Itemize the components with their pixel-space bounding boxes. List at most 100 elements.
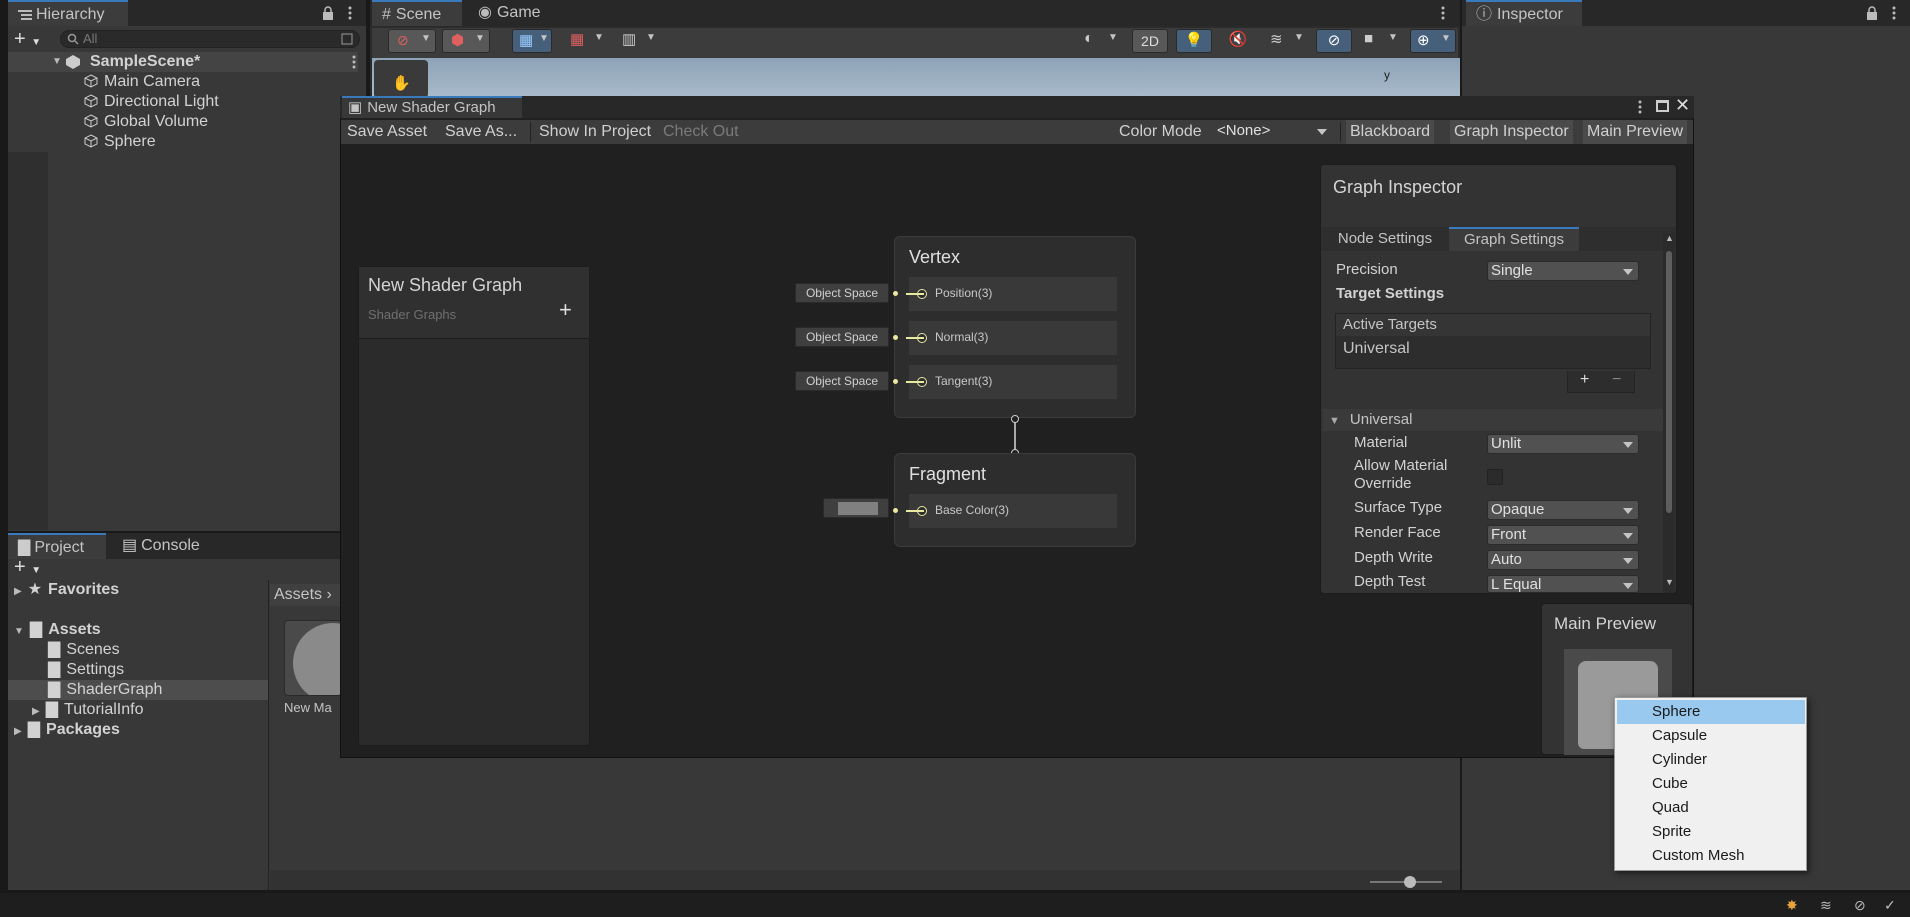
- precision-dropdown[interactable]: Single: [1487, 261, 1639, 281]
- scene-visibility-button[interactable]: ⊘: [1316, 29, 1352, 53]
- remove-target-button[interactable]: −: [1612, 371, 1621, 389]
- vertex-node[interactable]: Vertex Position(3) Normal(3) Tangent(3): [894, 236, 1136, 418]
- thumbnail-size-slider[interactable]: [1370, 876, 1442, 888]
- render-face-dropdown[interactable]: Front: [1487, 525, 1639, 545]
- blackboard-subtitle[interactable]: Shader Graphs: [368, 307, 456, 322]
- scroll-down-icon[interactable]: ▼: [1665, 577, 1674, 587]
- blackboard-toggle-button[interactable]: Blackboard: [1346, 120, 1435, 144]
- blackboard-title[interactable]: New Shader Graph: [368, 275, 522, 296]
- scrollbar-thumb[interactable]: [1666, 251, 1672, 513]
- expand-arrow-icon[interactable]: ▼: [52, 52, 62, 72]
- close-icon[interactable]: ✕: [1675, 95, 1690, 116]
- allow-override-checkbox[interactable]: [1487, 469, 1503, 485]
- universal-section-header[interactable]: ▼ Universal: [1323, 409, 1663, 431]
- object-space-input[interactable]: Object Space: [795, 283, 889, 303]
- menu-item-quad[interactable]: Quad: [1617, 796, 1805, 820]
- surface-type-dropdown[interactable]: Opaque: [1487, 500, 1639, 520]
- project-add-button[interactable]: + ▼: [14, 557, 50, 578]
- inspector-lock-icon[interactable]: [1866, 6, 1878, 20]
- save-asset-button[interactable]: Save Asset: [343, 120, 431, 144]
- inspector-scrollbar[interactable]: ▲ ▼: [1663, 233, 1675, 593]
- packages-item[interactable]: ▶ ▇ Packages: [14, 720, 120, 740]
- ruler-button[interactable]: ▥ ▼: [618, 29, 662, 53]
- tab-inspector[interactable]: ⓘ Inspector: [1466, 0, 1582, 26]
- menu-item-sphere[interactable]: Sphere: [1617, 700, 1805, 724]
- save-as-button[interactable]: Save As...: [441, 120, 521, 144]
- folder-shadergraph[interactable]: ▇ ShaderGraph: [8, 680, 268, 700]
- scene-menu-icon[interactable]: [352, 55, 356, 69]
- graph-inspector-panel[interactable]: Graph Inspector Node Settings Graph Sett…: [1320, 164, 1677, 594]
- shader-graph-tab[interactable]: ▣ New Shader Graph: [342, 96, 522, 118]
- cache-status-icon[interactable]: ≋: [1820, 897, 1832, 914]
- tab-graph-settings[interactable]: Graph Settings: [1449, 227, 1579, 251]
- tab-game[interactable]: ◉ Game: [468, 0, 558, 26]
- assets-item[interactable]: ▼ ▇ Assets: [14, 620, 101, 640]
- scene-root-item[interactable]: ▼ SampleScene*: [8, 52, 358, 72]
- hierarchy-item-global-volume[interactable]: Global Volume: [84, 112, 208, 132]
- asset-tile[interactable]: New Ma: [284, 620, 348, 720]
- scroll-up-icon[interactable]: ▲: [1665, 233, 1674, 243]
- tab-node-settings[interactable]: Node Settings: [1321, 227, 1449, 251]
- gizmos-button[interactable]: ⊕ ▼: [1410, 29, 1456, 53]
- target-list-item[interactable]: Universal: [1343, 340, 1410, 358]
- lighting-toggle-button[interactable]: 💡: [1176, 29, 1212, 53]
- camera-settings-button[interactable]: ■ ▼: [1358, 29, 1404, 53]
- grid-snap-button[interactable]: ▦ ▼: [512, 29, 552, 53]
- add-target-button[interactable]: +: [1580, 371, 1589, 389]
- scene-viewport[interactable]: [372, 58, 1460, 98]
- maximize-icon[interactable]: [1656, 100, 1669, 112]
- lighting-status-icon[interactable]: ✸: [1786, 897, 1798, 914]
- 2d-toggle-button[interactable]: 2D: [1132, 29, 1168, 53]
- effects-button[interactable]: ≋ ▼: [1264, 29, 1310, 53]
- menu-item-cylinder[interactable]: Cylinder: [1617, 748, 1805, 772]
- menu-item-sprite[interactable]: Sprite: [1617, 820, 1805, 844]
- scene-tool-overlay[interactable]: ✋: [374, 60, 428, 98]
- menu-item-custom-mesh[interactable]: Custom Mesh: [1617, 844, 1805, 868]
- menu-item-cube[interactable]: Cube: [1617, 772, 1805, 796]
- fragment-node[interactable]: Fragment Base Color(3): [894, 453, 1136, 547]
- favorites-item[interactable]: ▶ ★ Favorites: [14, 580, 119, 600]
- object-space-input[interactable]: Object Space: [795, 327, 889, 347]
- transform-tool-button[interactable]: ⊘ ▼: [388, 29, 436, 53]
- kebab-menu-icon[interactable]: [348, 6, 352, 20]
- main-preview-toggle-button[interactable]: Main Preview: [1583, 120, 1688, 144]
- assets-breadcrumb[interactable]: Assets ›: [270, 584, 340, 606]
- folder-scenes[interactable]: ▇ Scenes: [48, 640, 120, 660]
- collab-status-icon[interactable]: ✓: [1884, 897, 1896, 914]
- network-status-icon[interactable]: ⊘: [1854, 897, 1866, 914]
- shading-mode-button[interactable]: ◐ ▼: [1080, 29, 1126, 53]
- folder-tutorialinfo[interactable]: ▶ ▇ TutorialInfo: [32, 700, 143, 720]
- material-dropdown[interactable]: Unlit: [1487, 434, 1639, 454]
- graph-inspector-toggle-button[interactable]: Graph Inspector: [1450, 120, 1573, 144]
- hierarchy-item-directional-light[interactable]: Directional Light: [84, 92, 219, 112]
- inspector-kebab-icon[interactable]: [1892, 6, 1896, 20]
- hierarchy-item-sphere[interactable]: Sphere: [84, 132, 156, 152]
- base-color-input[interactable]: [823, 498, 889, 518]
- window-kebab-icon[interactable]: [1638, 100, 1642, 114]
- depth-test-dropdown[interactable]: L Equal: [1487, 575, 1639, 593]
- snap-increment-button[interactable]: ▦ ▼: [566, 29, 610, 53]
- vertex-slot-normal[interactable]: Normal(3): [909, 321, 1117, 355]
- blackboard-add-button[interactable]: +: [559, 297, 572, 323]
- blackboard-panel[interactable]: New Shader Graph Shader Graphs +: [358, 266, 590, 746]
- scene-kebab-icon[interactable]: [1441, 6, 1445, 20]
- vertex-slot-position[interactable]: Position(3): [909, 277, 1117, 311]
- fragment-slot-base-color[interactable]: Base Color(3): [909, 494, 1117, 528]
- depth-write-dropdown[interactable]: Auto: [1487, 550, 1639, 570]
- menu-item-capsule[interactable]: Capsule: [1617, 724, 1805, 748]
- hierarchy-item-main-camera[interactable]: Main Camera: [84, 72, 200, 92]
- slider-handle[interactable]: [1404, 876, 1416, 888]
- search-filter-icon[interactable]: [341, 33, 353, 45]
- tab-hierarchy[interactable]: Hierarchy: [8, 0, 128, 26]
- audio-toggle-button[interactable]: 🔇: [1220, 29, 1256, 53]
- hierarchy-search-field[interactable]: All: [60, 30, 360, 48]
- add-object-button[interactable]: + ▼: [14, 29, 50, 50]
- tab-scene[interactable]: # Scene: [372, 0, 462, 26]
- vertex-slot-tangent[interactable]: Tangent(3): [909, 365, 1117, 399]
- color-swatch[interactable]: [838, 502, 878, 515]
- folder-settings[interactable]: ▇ Settings: [48, 660, 124, 680]
- show-in-project-button[interactable]: Show In Project: [535, 120, 655, 144]
- lock-icon[interactable]: [322, 6, 334, 20]
- object-space-input[interactable]: Object Space: [795, 371, 889, 391]
- global-tool-button[interactable]: ⬢ ▼: [442, 29, 490, 53]
